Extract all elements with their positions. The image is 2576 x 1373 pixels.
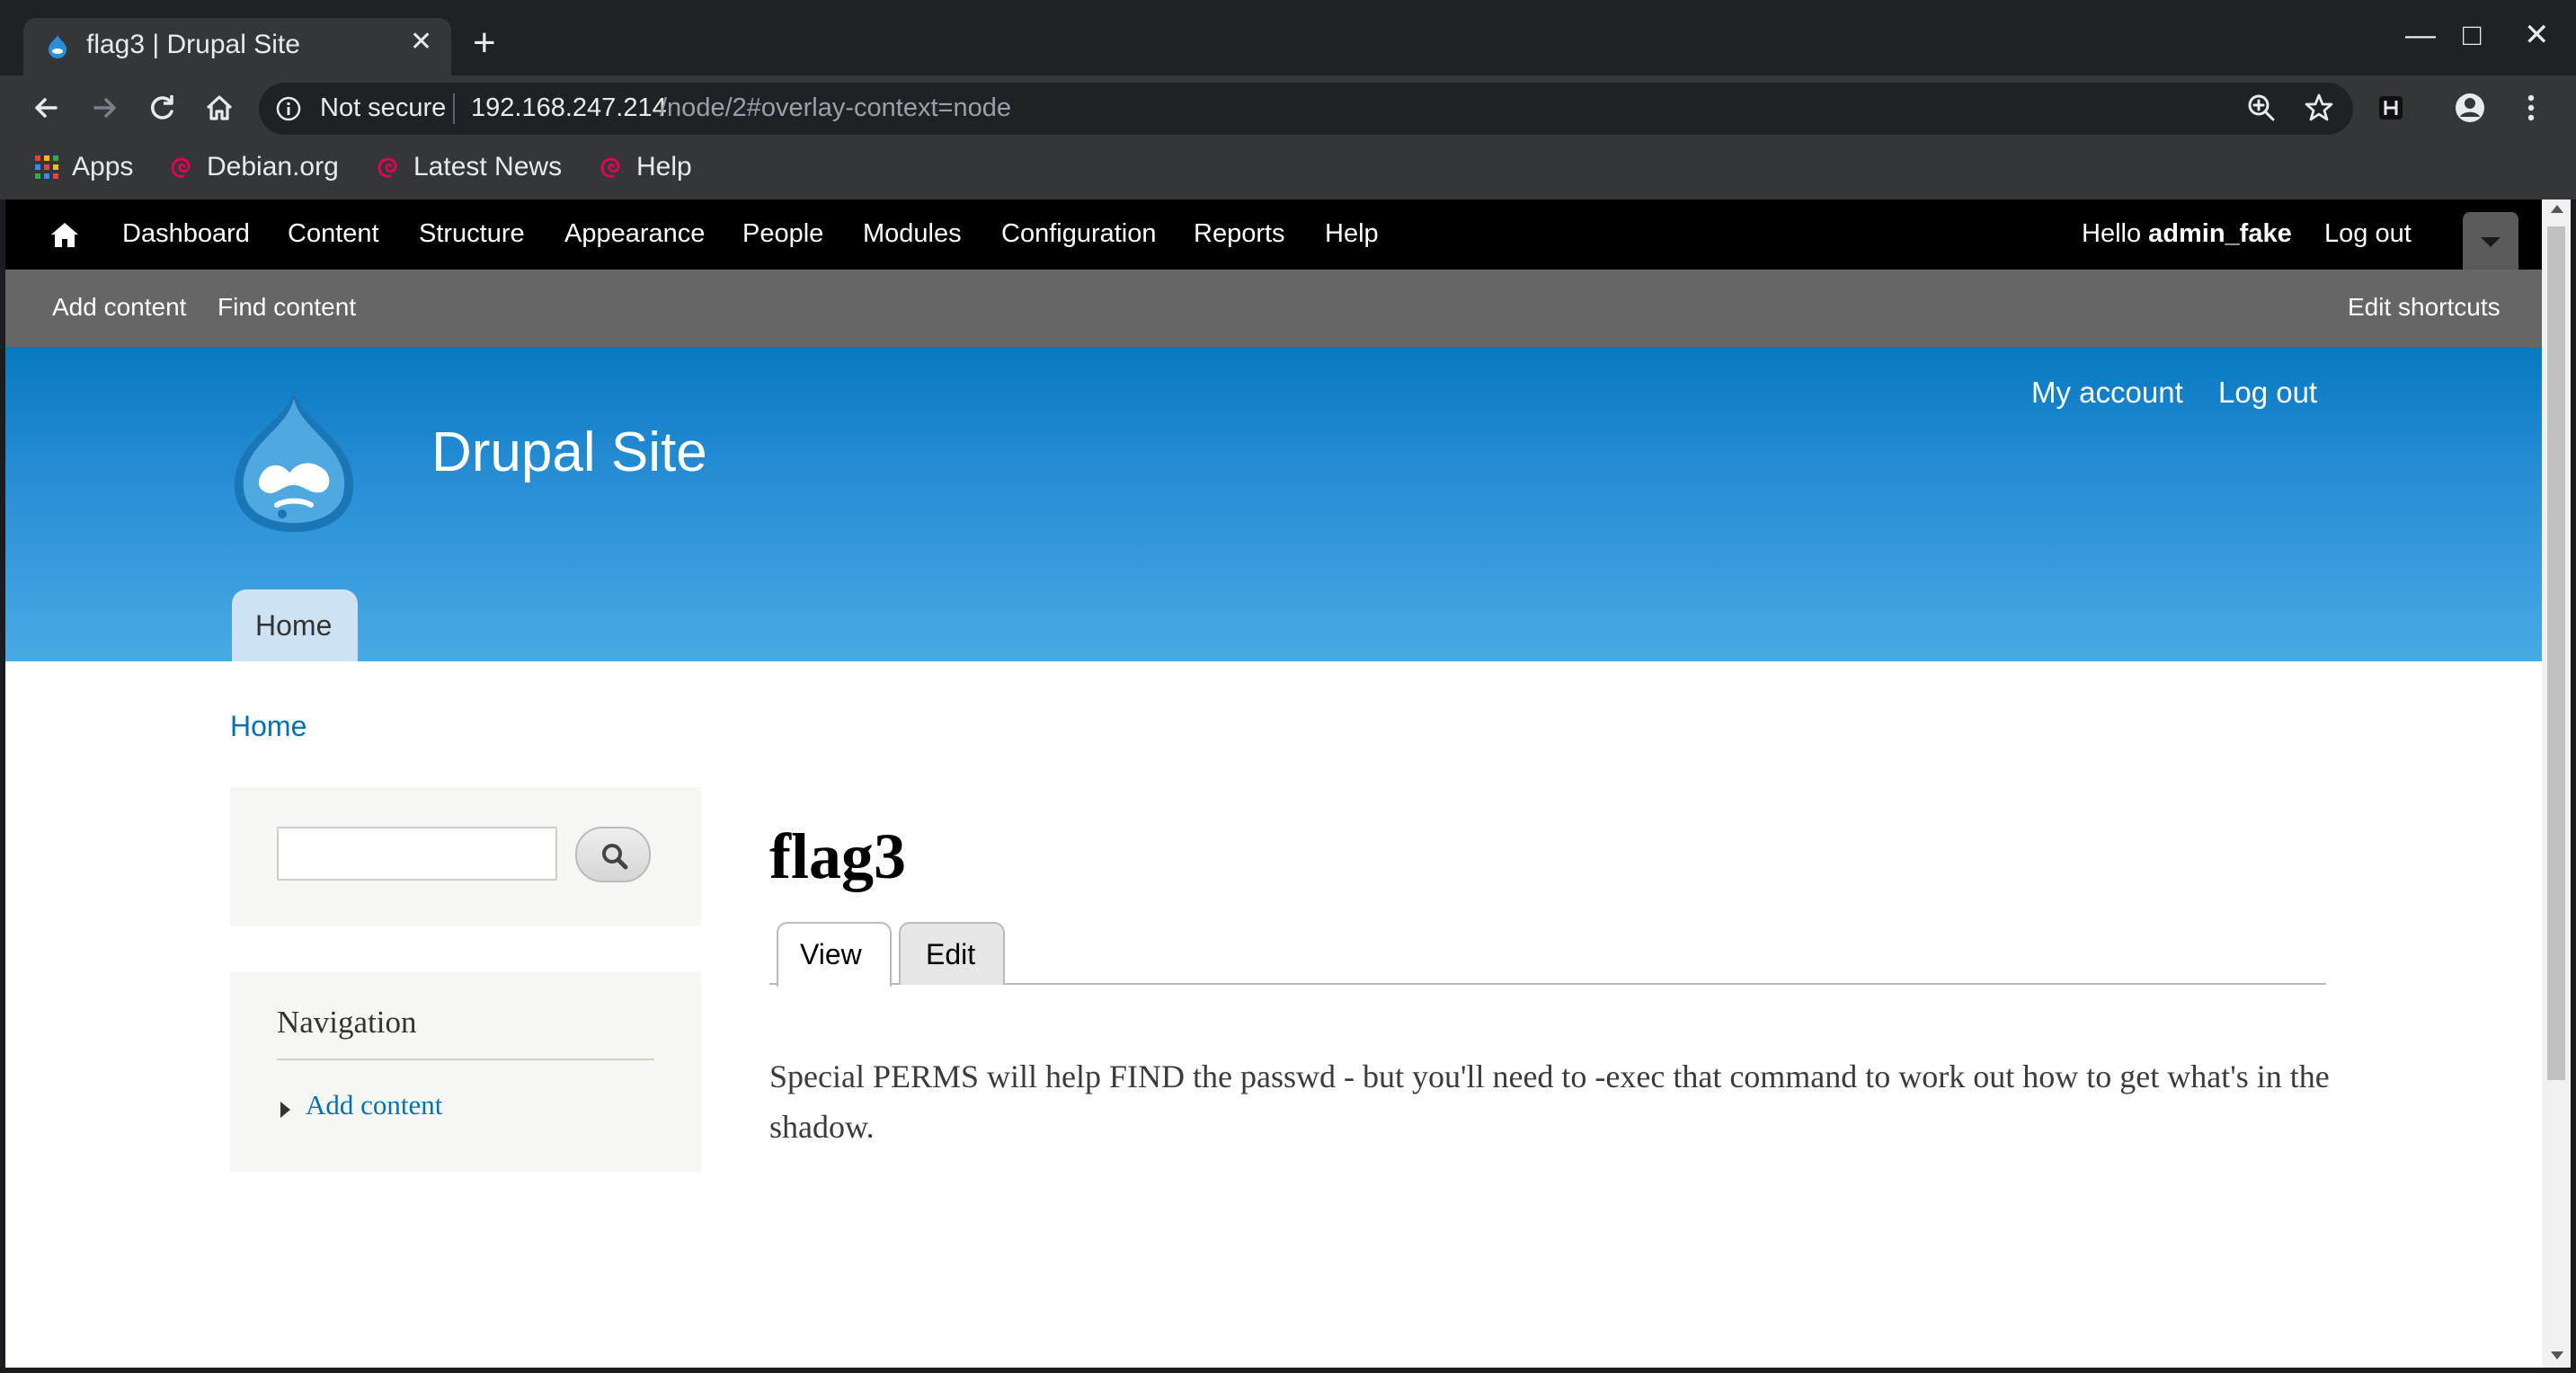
shortcut-add-content[interactable]: Add content: [52, 293, 186, 322]
main-menu-label: Home: [255, 609, 333, 642]
debian-swirl-icon: [171, 157, 191, 178]
maximize-button[interactable]: □: [2463, 20, 2482, 50]
nav-add-content-link[interactable]: Add content: [306, 1089, 442, 1121]
bookmark-label: Latest News: [413, 152, 563, 182]
url-path: /node/2#overlay-context=node: [660, 93, 1011, 122]
scroll-down-icon[interactable]: [2551, 1351, 2563, 1360]
forward-icon[interactable]: [86, 90, 122, 126]
reload-icon[interactable]: [144, 90, 180, 126]
search-button[interactable]: [575, 827, 651, 882]
admin-menu-appearance[interactable]: Appearance: [564, 219, 705, 249]
new-tab-button[interactable]: +: [473, 23, 496, 63]
drupal-favicon-icon: [49, 35, 67, 58]
shortcut-find-content[interactable]: Find content: [218, 293, 356, 322]
tab-label: View: [800, 938, 862, 970]
admin-menu-structure[interactable]: Structure: [419, 219, 525, 249]
admin-menu-configuration[interactable]: Configuration: [1001, 219, 1157, 249]
admin-toolbar: Dashboard Content Structure Appearance P…: [5, 199, 2542, 270]
bookmark-label: Help: [636, 152, 692, 182]
minimize-button[interactable]: —: [2405, 20, 2436, 50]
admin-menu-dashboard[interactable]: Dashboard: [122, 219, 250, 249]
header-logout-link[interactable]: Log out: [2218, 376, 2317, 410]
user-greeting: Hello admin_fake: [2082, 219, 2292, 249]
my-account-link[interactable]: My account: [2031, 376, 2183, 410]
bookmark-help[interactable]: Help: [597, 151, 692, 187]
admin-menu-content[interactable]: Content: [288, 219, 379, 249]
greeting-prefix: Hello: [2082, 219, 2149, 248]
bookmark-label: Debian.org: [207, 152, 339, 182]
page-scrollbar[interactable]: [2542, 199, 2571, 1368]
navigation-divider: [277, 1059, 654, 1060]
debian-swirl-icon: [600, 157, 620, 178]
admin-menu-modules[interactable]: Modules: [863, 219, 962, 249]
drupal-logo-icon[interactable]: [227, 386, 361, 534]
browser-toolbar: Not secure 192.168.247.214 /node/2#overl…: [0, 75, 2576, 140]
admin-menu-reports[interactable]: Reports: [1194, 219, 1285, 249]
close-window-button[interactable]: ✕: [2524, 20, 2550, 50]
main-menu-home[interactable]: Home: [232, 589, 358, 661]
browser-tab[interactable]: flag3 | Drupal Site ✕: [23, 18, 451, 75]
site-header: Drupal Site My account Log out Home: [5, 347, 2542, 661]
info-icon[interactable]: [275, 95, 302, 122]
zoom-icon[interactable]: [2243, 90, 2279, 126]
admin-home-icon[interactable]: [50, 221, 79, 248]
search-icon: [602, 844, 628, 870]
search-block: [230, 787, 701, 926]
scroll-up-icon[interactable]: [2551, 205, 2563, 213]
profile-icon[interactable]: [2452, 90, 2488, 126]
navigation-title: Navigation: [277, 1005, 417, 1040]
page-title: flag3: [769, 820, 906, 892]
scroll-thumb[interactable]: [2547, 226, 2565, 1080]
apps-grid-icon: [35, 155, 58, 180]
bookmark-label: Apps: [72, 152, 134, 182]
edit-shortcuts-link[interactable]: Edit shortcuts: [2348, 293, 2500, 322]
node-body: Special PERMS will help FIND the passwd …: [769, 1059, 2330, 1145]
url-host: 192.168.247.214: [471, 93, 667, 122]
home-icon[interactable]: [201, 90, 237, 126]
browser-chrome: flag3 | Drupal Site ✕ + — □ ✕ Not secure…: [0, 0, 2576, 199]
tab-close-icon[interactable]: ✕: [410, 29, 432, 56]
bookmark-latest-news[interactable]: Latest News: [374, 151, 562, 187]
extension-icon[interactable]: [2373, 90, 2409, 126]
admin-menu-help[interactable]: Help: [1325, 219, 1379, 249]
tab-edit[interactable]: Edit: [899, 922, 1005, 985]
tab-title: flag3 | Drupal Site: [86, 30, 300, 59]
tab-view[interactable]: View: [777, 922, 892, 987]
tab-strip: flag3 | Drupal Site ✕ + — □ ✕: [0, 0, 2576, 75]
chevron-down-icon: [2481, 237, 2500, 247]
admin-menu-people[interactable]: People: [742, 219, 823, 249]
shortcut-bar: Add content Find content Edit shortcuts: [5, 270, 2542, 347]
debian-swirl-icon: [378, 157, 397, 178]
search-input[interactable]: [277, 827, 557, 881]
menu-icon[interactable]: [2513, 90, 2549, 126]
bookmark-apps[interactable]: Apps: [34, 151, 133, 187]
site-name[interactable]: Drupal Site: [431, 421, 707, 484]
breadcrumb[interactable]: Home: [230, 710, 306, 743]
bookmark-debian[interactable]: Debian.org: [167, 151, 339, 187]
address-bar[interactable]: Not secure 192.168.247.214 /node/2#overl…: [259, 83, 2353, 135]
page-viewport: Dashboard Content Structure Appearance P…: [5, 199, 2542, 1368]
back-icon[interactable]: [29, 90, 65, 126]
username[interactable]: admin_fake: [2148, 219, 2292, 248]
omnibox-divider: [453, 93, 455, 124]
admin-logout-link[interactable]: Log out: [2324, 219, 2412, 249]
security-label: Not secure: [320, 93, 447, 122]
navigation-block: Navigation Add content: [230, 972, 701, 1172]
triangle-right-icon: [280, 1102, 290, 1118]
tab-label: Edit: [926, 938, 976, 970]
star-icon[interactable]: [2301, 90, 2337, 126]
bookmarks-bar: Apps Debian.org Latest News Help: [0, 140, 2576, 199]
shortcuts-drawer-toggle[interactable]: [2463, 212, 2518, 270]
